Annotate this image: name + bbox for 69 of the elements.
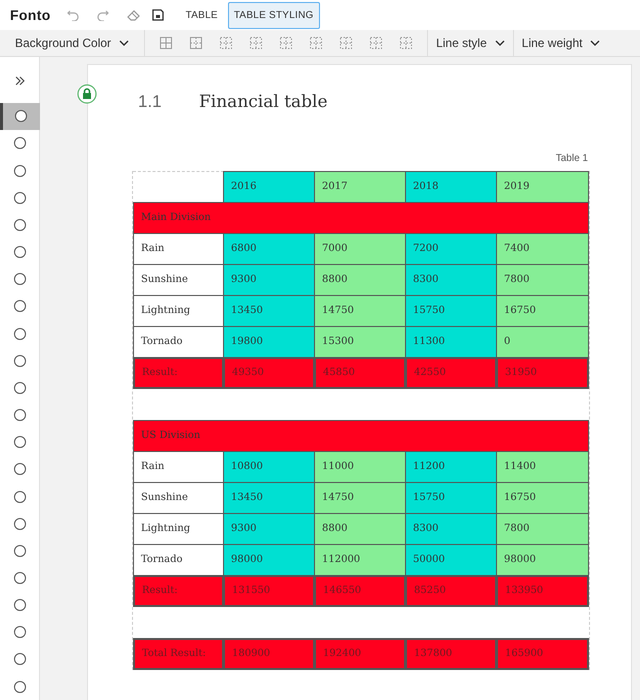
table-cell: 8300: [405, 512, 497, 544]
table-cell: 10800: [223, 450, 315, 482]
table-cell: 6800: [223, 232, 315, 264]
result-cell: 133950: [496, 574, 589, 606]
table-cell: 15750: [405, 294, 497, 326]
table-cell: 13450: [223, 294, 315, 326]
table-header-cell: 2016: [223, 170, 315, 202]
table-header-cell: 2017: [314, 170, 406, 202]
table-cell: 11300: [405, 326, 497, 358]
table-cell: 98000: [496, 544, 589, 576]
table-cell: 7200: [405, 232, 497, 264]
result-cell: 42550: [405, 356, 497, 388]
chevron-down-icon: [494, 40, 505, 46]
table-section-row: US Division: [133, 420, 589, 452]
result-cell: 192400: [314, 638, 406, 670]
result-cell: 31950: [496, 356, 589, 388]
table-cell: 7800: [496, 264, 589, 296]
table-cell: 11200: [405, 450, 497, 482]
table-cell: 11000: [314, 450, 406, 482]
tab[interactable]: TABLE: [180, 2, 224, 28]
result-cell: 180900: [223, 638, 315, 670]
result-cell: 137800: [405, 638, 497, 670]
table-cell: 16750: [496, 294, 589, 326]
sidebar-item[interactable]: [0, 102, 40, 130]
table-header-cell: 2019: [496, 170, 589, 202]
table-cell: 98000: [223, 544, 315, 576]
table-cell: 16750: [496, 482, 589, 514]
table-cell: 11400: [496, 450, 589, 482]
table-caption: Table 1: [556, 152, 588, 166]
table-cell: 15300: [314, 326, 406, 358]
table-cell: 112000: [314, 544, 406, 576]
app-logo: Fonto: [10, 6, 51, 24]
section-number: 1.1: [138, 91, 163, 113]
table-cell: 19800: [223, 326, 315, 358]
result-cell: Result:: [133, 356, 224, 388]
table-cell: 8800: [314, 264, 406, 296]
table-cell: 8300: [405, 264, 497, 296]
chevron-down-icon: [119, 40, 130, 46]
result-cell: 49350: [223, 356, 315, 388]
section-title: Financial table: [199, 91, 328, 114]
result-cell: Total Result:: [133, 638, 224, 670]
table-cell: 8800: [314, 512, 406, 544]
table-header-cell: 2018: [405, 170, 497, 202]
expand-icon[interactable]: [14, 76, 24, 86]
table-cell: 13450: [223, 482, 315, 514]
table-cell: 0: [496, 326, 589, 358]
chevron-down-icon: [590, 40, 600, 46]
save-icon[interactable]: [152, 9, 164, 21]
table-cell: 9300: [223, 264, 315, 296]
table-cell: 50000: [405, 544, 497, 576]
eraser-icon[interactable]: [126, 9, 140, 21]
result-cell: 85250: [405, 574, 497, 606]
line-style-dropdown[interactable]: Line style: [428, 30, 514, 56]
table-cell: 7400: [496, 232, 589, 264]
result-cell: 131550: [223, 574, 315, 606]
background-color-dropdown[interactable]: Background Color: [0, 30, 146, 56]
table-cell: 15750: [405, 482, 497, 514]
result-cell: 146550: [314, 574, 406, 606]
result-cell: 45850: [314, 356, 406, 388]
result-cell: 165900: [496, 638, 589, 670]
tab[interactable]: TABLE STYLING: [228, 2, 320, 28]
table-section-row: Main Division: [133, 202, 589, 234]
result-cell: Result:: [133, 574, 224, 606]
table-cell: 7000: [314, 232, 406, 264]
line-weight-dropdown[interactable]: Line weight: [514, 30, 608, 56]
table-cell: 7800: [496, 512, 589, 544]
table-cell: 14750: [314, 482, 406, 514]
table-cell: 14750: [314, 294, 406, 326]
table-cell: 9300: [223, 512, 315, 544]
